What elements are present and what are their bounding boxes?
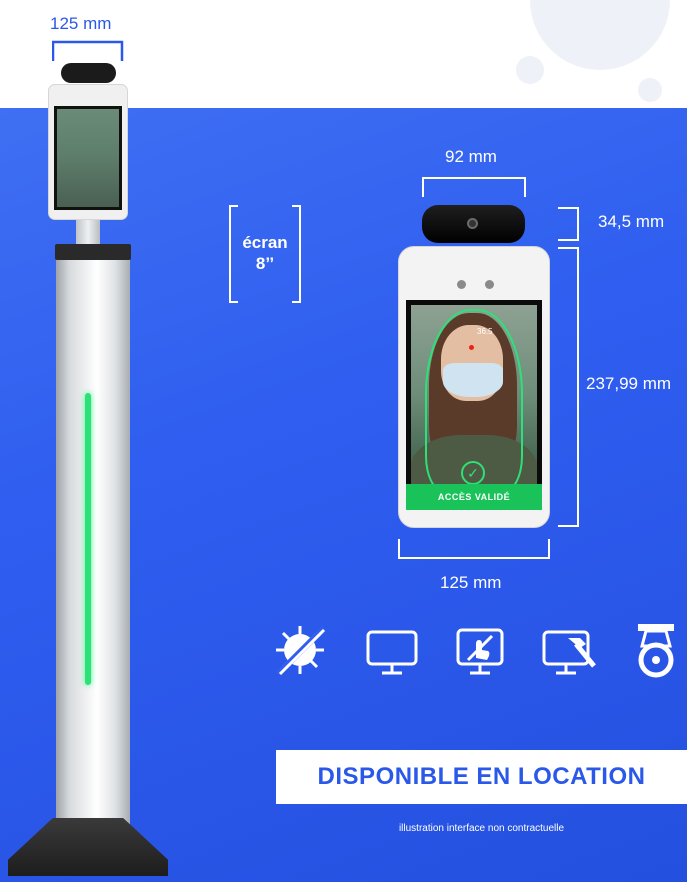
camera-height-bracket [558,207,579,241]
disclaimer-text: illustration interface non contractuelle [398,823,565,834]
virus-watermark-icon [516,0,670,102]
tablet-sensor-left [457,280,466,289]
tablet-width-bracket [398,539,550,559]
tablet-width-label: 125 mm [440,573,502,592]
tools-install-icon [542,630,596,675]
screen-height-label: 237,99 mm [586,374,672,393]
tablet-screen: 36.5 ✓ [406,300,542,510]
camera-width-bracket [422,177,526,197]
kiosk-pole [56,246,130,826]
kiosk-neck [76,220,100,246]
screen-size-label: écran 8’’ [228,232,302,274]
screen-height-bracket [558,247,579,527]
check-icon: ✓ [461,461,485,485]
tablet-sensor-right [485,280,494,289]
kiosk-width-bracket [52,40,124,61]
caster-wheel-icon [638,624,674,678]
kiosk-pole-cap [55,244,131,260]
kiosk-width-label: 125 mm [50,14,112,33]
feature-icons-row [270,620,687,700]
rental-banner-text: DISPONIBLE EN LOCATION [317,763,646,790]
kiosk-screen [54,106,122,210]
camera-width-label: 92 mm [445,147,497,166]
camera-lens [467,218,478,229]
temperature-reading: 36.5 [477,327,493,336]
person-photo: 36.5 ✓ [411,305,537,505]
monitor-icon [366,630,418,675]
kiosk-led-strip [85,393,91,685]
access-validated-bar: ACCÈS VALIDÉ [406,484,542,510]
screen-size-line2: 8’’ [255,254,275,273]
camera-height-label: 34,5 mm [598,212,665,231]
temperature-dot [469,345,474,350]
screen-size-line1: écran [242,233,288,252]
antivirus-icon [275,625,327,677]
kiosk-camera [61,63,116,83]
no-touch-screen-icon [456,628,504,675]
